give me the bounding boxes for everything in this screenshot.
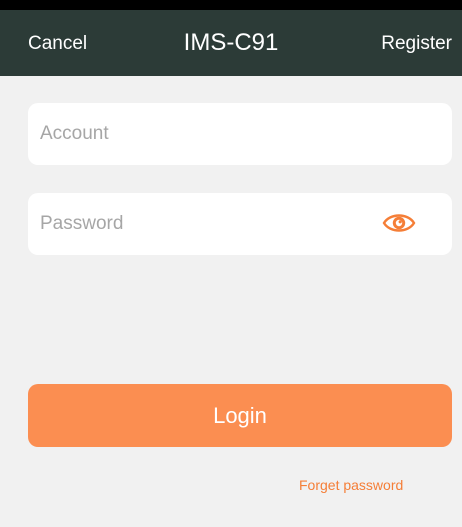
- password-input[interactable]: [40, 193, 380, 255]
- register-button[interactable]: Register: [381, 32, 452, 56]
- account-input[interactable]: [40, 103, 380, 165]
- forget-password-link[interactable]: Forget password: [299, 476, 403, 494]
- password-field-container: [28, 193, 452, 255]
- top-bar: Cancel IMS-C91 Register: [0, 10, 462, 76]
- login-button[interactable]: Login: [28, 384, 452, 447]
- account-field-container: [28, 103, 452, 165]
- status-bar: [0, 0, 462, 10]
- eye-icon[interactable]: [382, 210, 416, 236]
